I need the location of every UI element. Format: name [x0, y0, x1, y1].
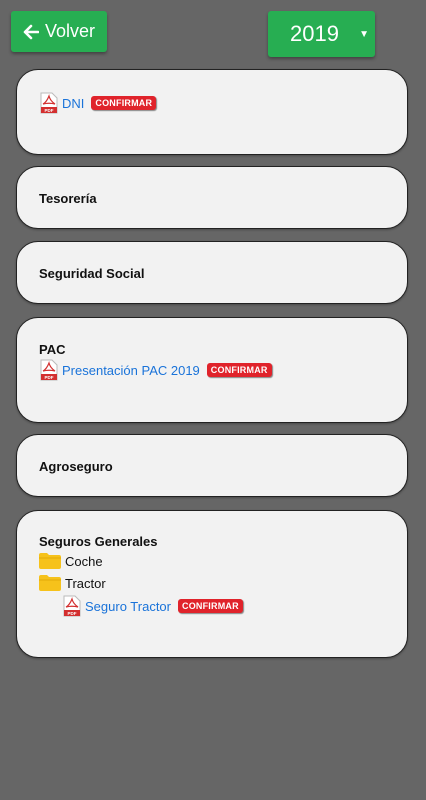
folder-row-coche[interactable]: Coche	[39, 553, 103, 569]
pdf-file-icon: PDF	[63, 595, 81, 617]
card-title-agroseguro: Agroseguro	[39, 459, 113, 474]
card-seguros-generales: Seguros Generales Coche Tractor PDF Segu…	[16, 510, 408, 658]
year-select[interactable]: 2019 ▼	[268, 11, 375, 57]
confirm-button-pac[interactable]: CONFIRMAR	[206, 363, 272, 377]
document-link-seguro-tractor[interactable]: Seguro Tractor	[85, 599, 171, 614]
pdf-file-icon: PDF	[40, 92, 58, 114]
svg-text:PDF: PDF	[68, 611, 77, 616]
back-button[interactable]: Volver	[11, 11, 107, 52]
folder-icon	[39, 553, 61, 569]
card-seguridad-social[interactable]: Seguridad Social	[16, 241, 408, 304]
arrow-left-icon	[23, 24, 39, 39]
folder-icon	[39, 575, 61, 591]
card-title-tesoreria: Tesorería	[39, 191, 97, 206]
document-row-pac: PDF Presentación PAC 2019 CONFIRMAR	[40, 359, 272, 381]
chevron-down-icon: ▼	[359, 28, 369, 40]
folder-label-coche: Coche	[65, 553, 103, 569]
document-link-dni[interactable]: DNI	[62, 96, 84, 111]
back-button-label: Volver	[44, 21, 96, 41]
confirm-button-seguro-tractor[interactable]: CONFIRMAR	[178, 599, 243, 613]
pdf-file-icon: PDF	[40, 359, 58, 381]
document-link-pac[interactable]: Presentación PAC 2019	[62, 363, 200, 378]
svg-text:PDF: PDF	[45, 375, 54, 380]
card-tesoreria[interactable]: Tesorería	[16, 166, 408, 229]
folder-label-tractor: Tractor	[65, 575, 106, 591]
card-title-pac: PAC	[39, 342, 66, 357]
document-row-seguro-tractor: PDF Seguro Tractor CONFIRMAR	[63, 595, 243, 617]
card-agroseguro[interactable]: Agroseguro	[16, 434, 408, 497]
confirm-button-dni[interactable]: CONFIRMAR	[91, 96, 157, 110]
year-select-value: 2019	[290, 21, 339, 46]
card-title-seguros-generales: Seguros Generales	[39, 534, 158, 549]
card-pac: PAC PDF Presentación PAC 2019 CONFIRMAR	[16, 317, 408, 423]
card-title-seguridad-social: Seguridad Social	[39, 266, 145, 281]
card-dni: PDF DNI CONFIRMAR	[16, 69, 408, 155]
document-row-dni: PDF DNI CONFIRMAR	[40, 92, 157, 114]
svg-text:PDF: PDF	[45, 108, 54, 113]
folder-row-tractor[interactable]: Tractor	[39, 575, 106, 591]
